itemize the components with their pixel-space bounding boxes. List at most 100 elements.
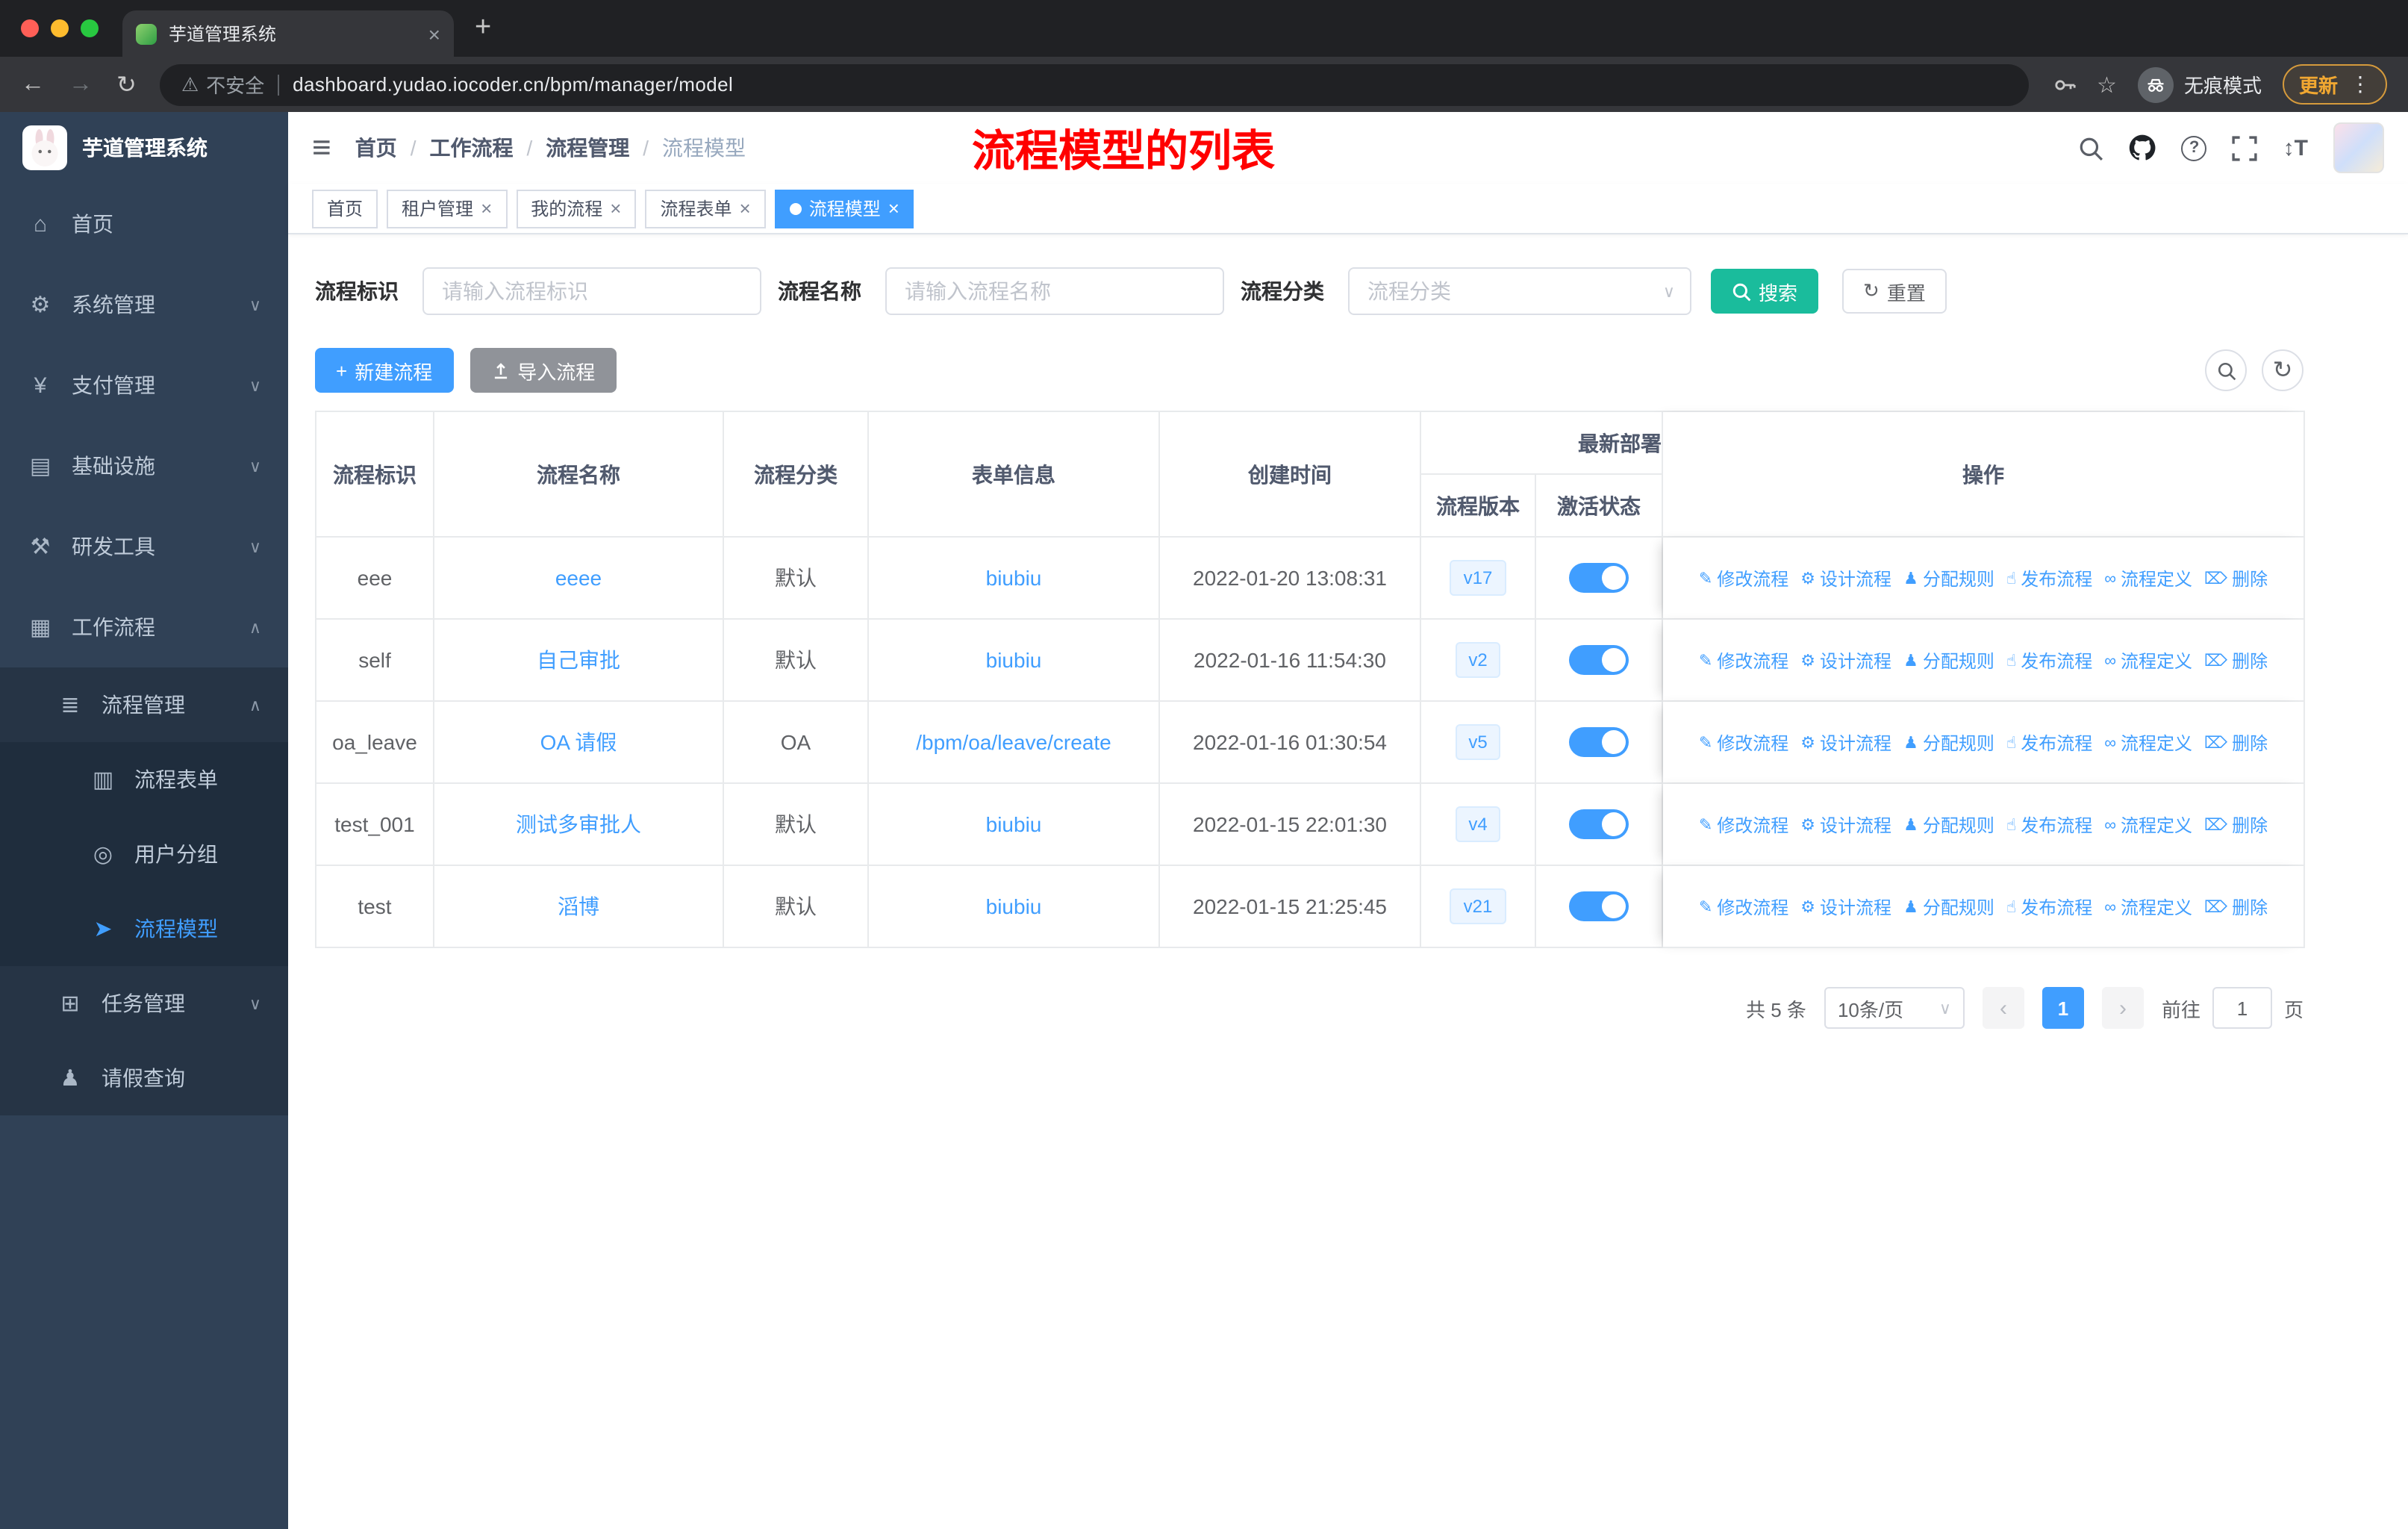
goto-page-input[interactable]	[2212, 987, 2272, 1029]
new-tab-button[interactable]: +	[475, 12, 491, 45]
action-assign-rule[interactable]: ♟ 分配规则	[1903, 566, 1994, 591]
sidebar-item-payment[interactable]: ¥ 支付管理	[0, 345, 288, 426]
browser-tab[interactable]: 芋道管理系统 ×	[122, 10, 454, 57]
action-edit-process[interactable]: ✎ 修改流程	[1699, 812, 1788, 838]
active-toggle[interactable]	[1569, 563, 1629, 593]
process-category-select[interactable]: 流程分类 ∨	[1348, 267, 1691, 315]
page-size-select[interactable]: 10条/页 ∨	[1824, 987, 1965, 1029]
tag-process-model[interactable]: 流程模型 ×	[774, 189, 914, 228]
action-process-definition[interactable]: ∞ 流程定义	[2104, 731, 2192, 756]
user-avatar[interactable]	[2333, 122, 2384, 173]
search-button[interactable]: 搜索	[1711, 269, 1819, 314]
sidebar-item-leave-query[interactable]: ♟ 请假查询	[0, 1041, 288, 1115]
active-toggle[interactable]	[1569, 891, 1629, 921]
form-info-link[interactable]: /bpm/oa/leave/create	[916, 730, 1111, 754]
action-process-definition[interactable]: ∞ 流程定义	[2104, 813, 2192, 838]
sidebar-item-home[interactable]: ⌂ 首页	[0, 184, 288, 264]
sidebar-item-process-model[interactable]: ➤ 流程模型	[0, 891, 288, 966]
active-toggle[interactable]	[1569, 809, 1629, 839]
action-edit-process[interactable]: ✎ 修改流程	[1699, 566, 1788, 591]
action-process-definition[interactable]: ∞ 流程定义	[2104, 567, 2192, 592]
tab-close-icon[interactable]: ×	[428, 23, 440, 44]
sidebar-item-process-management[interactable]: ≣ 流程管理	[0, 667, 288, 742]
form-info-link[interactable]: biubiu	[986, 894, 1042, 918]
sidebar-item-system[interactable]: ⚙ 系统管理	[0, 264, 288, 345]
toggle-search-button[interactable]	[2205, 349, 2247, 391]
action-delete[interactable]: ⌦ 删除	[2204, 648, 2268, 673]
browser-menu-icon[interactable]: ⋮	[2350, 72, 2371, 97]
process-name-link[interactable]: 测试多审批人	[516, 812, 641, 836]
action-delete[interactable]: ⌦ 删除	[2204, 894, 2268, 920]
action-assign-rule[interactable]: ♟ 分配规则	[1903, 648, 1994, 673]
import-process-button[interactable]: 导入流程	[470, 348, 617, 393]
close-window-button[interactable]	[21, 19, 39, 37]
form-info-link[interactable]: biubiu	[986, 648, 1042, 672]
breadcrumb-process-management[interactable]: 流程管理	[546, 133, 629, 163]
action-edit-process[interactable]: ✎ 修改流程	[1699, 730, 1788, 756]
action-publish-process[interactable]: ☝ 发布流程	[2006, 812, 2092, 838]
action-process-definition[interactable]: ∞ 流程定义	[2104, 649, 2192, 674]
zoom-window-button[interactable]	[81, 19, 99, 37]
action-assign-rule[interactable]: ♟ 分配规则	[1903, 730, 1994, 756]
action-edit-process[interactable]: ✎ 修改流程	[1699, 894, 1788, 920]
process-name-input[interactable]	[885, 267, 1224, 315]
form-info-link[interactable]: biubiu	[986, 566, 1042, 590]
breadcrumb-home[interactable]: 首页	[355, 133, 397, 163]
close-icon[interactable]: ×	[610, 199, 621, 218]
breadcrumb-workflow[interactable]: 工作流程	[429, 133, 513, 163]
action-design-process[interactable]: ⚙ 设计流程	[1800, 812, 1891, 838]
action-publish-process[interactable]: ☝ 发布流程	[2006, 730, 2092, 756]
sidebar-item-devtools[interactable]: ⚒ 研发工具	[0, 506, 288, 587]
action-publish-process[interactable]: ☝ 发布流程	[2006, 566, 2092, 591]
security-warning[interactable]: ⚠ 不安全	[181, 70, 264, 99]
reset-button[interactable]: ↻ 重置	[1842, 269, 1947, 314]
form-info-link[interactable]: biubiu	[986, 812, 1042, 836]
action-design-process[interactable]: ⚙ 设计流程	[1800, 894, 1891, 920]
app-logo[interactable]: 芋道管理系统	[0, 112, 288, 184]
action-design-process[interactable]: ⚙ 设计流程	[1800, 730, 1891, 756]
close-icon[interactable]: ×	[740, 199, 751, 218]
action-delete[interactable]: ⌦ 删除	[2204, 566, 2268, 591]
action-delete[interactable]: ⌦ 删除	[2204, 812, 2268, 838]
help-icon[interactable]: ?	[2181, 135, 2207, 161]
tag-my-process[interactable]: 我的流程 ×	[516, 189, 637, 228]
tag-home[interactable]: 首页	[312, 189, 378, 228]
process-name-link[interactable]: OA 请假	[540, 730, 617, 754]
process-name-link[interactable]: 滔博	[558, 894, 599, 918]
font-size-icon[interactable]: ↕T	[2283, 135, 2308, 161]
sidebar-item-process-form[interactable]: ▥ 流程表单	[0, 742, 288, 817]
close-icon[interactable]: ×	[481, 199, 492, 218]
minimize-window-button[interactable]	[51, 19, 69, 37]
action-assign-rule[interactable]: ♟ 分配规则	[1903, 812, 1994, 838]
sidebar-item-workflow[interactable]: ▦ 工作流程	[0, 587, 288, 667]
process-name-link[interactable]: eeee	[555, 566, 602, 590]
action-edit-process[interactable]: ✎ 修改流程	[1699, 648, 1788, 673]
bookmark-star-icon[interactable]: ☆	[2097, 71, 2117, 98]
current-page-button[interactable]: 1	[2042, 987, 2084, 1029]
action-design-process[interactable]: ⚙ 设计流程	[1800, 648, 1891, 673]
create-process-button[interactable]: + 新建流程	[315, 348, 454, 393]
active-toggle[interactable]	[1569, 727, 1629, 757]
password-key-icon[interactable]	[2052, 72, 2076, 96]
browser-update-button[interactable]: 更新 ⋮	[2282, 64, 2387, 105]
active-toggle[interactable]	[1569, 645, 1629, 675]
action-publish-process[interactable]: ☝ 发布流程	[2006, 894, 2092, 920]
action-design-process[interactable]: ⚙ 设计流程	[1800, 566, 1891, 591]
close-icon[interactable]: ×	[888, 199, 899, 218]
menu-fold-icon[interactable]: ≡	[312, 131, 331, 164]
action-delete[interactable]: ⌦ 删除	[2204, 730, 2268, 756]
prev-page-button[interactable]: ‹	[1982, 987, 2024, 1029]
refresh-table-button[interactable]: ↻	[2262, 349, 2303, 391]
back-icon[interactable]: ←	[21, 71, 45, 98]
sidebar-item-user-group[interactable]: ◎ 用户分组	[0, 817, 288, 891]
action-publish-process[interactable]: ☝ 发布流程	[2006, 648, 2092, 673]
action-process-definition[interactable]: ∞ 流程定义	[2104, 895, 2192, 921]
process-id-input[interactable]	[422, 267, 761, 315]
tag-tenant-management[interactable]: 租户管理 ×	[387, 189, 508, 228]
sidebar-item-task-management[interactable]: ⊞ 任务管理	[0, 966, 288, 1041]
sidebar-item-infrastructure[interactable]: ▤ 基础设施	[0, 426, 288, 506]
process-name-link[interactable]: 自己审批	[537, 648, 620, 672]
next-page-button[interactable]: ›	[2101, 987, 2144, 1029]
tag-process-form[interactable]: 流程表单 ×	[645, 189, 766, 228]
reload-icon[interactable]: ↻	[116, 69, 137, 99]
